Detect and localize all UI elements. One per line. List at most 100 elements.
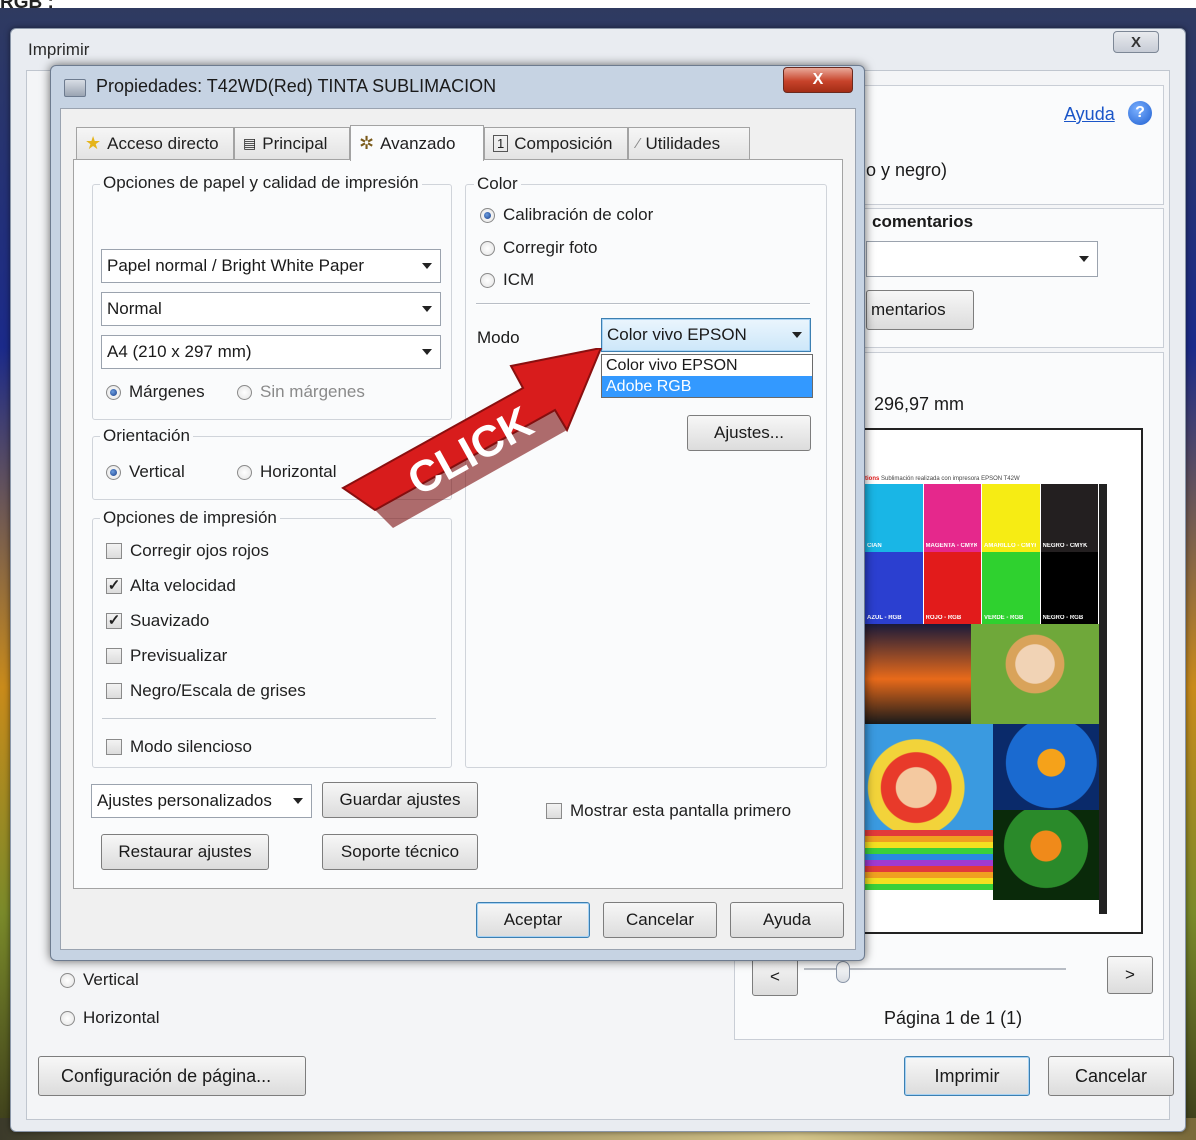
mode-option-epson[interactable]: Color vivo EPSON <box>602 355 812 376</box>
print-cancel-button[interactable]: Cancelar <box>1048 1056 1174 1096</box>
chevron-down-icon <box>422 263 432 269</box>
wrench-icon: ⁄ <box>637 135 640 152</box>
painted-hands-photo <box>865 724 993 830</box>
outer-orientation-horizontal[interactable]: Horizontal <box>60 1008 160 1028</box>
radio-selected-icon <box>480 207 495 223</box>
rgb-swatch: NEGRO - RGB <box>1040 552 1098 624</box>
chevron-down-icon <box>293 798 303 804</box>
print-button[interactable]: Imprimir <box>904 1056 1030 1096</box>
mode-select[interactable]: Color vivo EPSON <box>601 318 811 352</box>
next-page-button[interactable]: > <box>1107 956 1153 994</box>
properties-close-button[interactable]: X <box>783 67 853 93</box>
tech-support-button[interactable]: Soporte técnico <box>322 834 478 870</box>
checkbox-checked-icon: ✓ <box>106 577 122 594</box>
swatch-label: NEGRO - CMYK <box>1042 543 1088 549</box>
outer-orientation-vertical[interactable]: Vertical <box>60 970 139 990</box>
page-setup-button[interactable]: Configuración de página... <box>38 1056 306 1096</box>
radio-icon <box>237 384 252 400</box>
print-quality-select[interactable]: Normal <box>101 292 441 326</box>
paper-type-select[interactable]: Papel normal / Bright White Paper <box>101 249 441 283</box>
print-dialog-close-button[interactable]: X <box>1113 31 1159 53</box>
red-eye-checkbox[interactable]: Corregir ojos rojos <box>106 541 269 561</box>
fish-photo <box>993 724 1099 810</box>
tab-composicion[interactable]: 1 Composición <box>484 127 628 159</box>
icm-radio[interactable]: ICM <box>480 270 534 290</box>
color-calibration-radio[interactable]: Calibración de color <box>480 205 653 225</box>
cmyk-swatches: CIAN MAGENTA - CMYK AMARILLO - CMYK NEGRO -… <box>865 484 1099 552</box>
radio-selected-icon <box>106 384 121 400</box>
swatch-label: NEGRO - RGB <box>1042 615 1084 621</box>
swatch-label: VERDE - RGB <box>984 615 1024 621</box>
rgb-swatches: AZUL - RGB ROJO - RGB VERDE - RGB NEGRO - R… <box>865 552 1099 624</box>
preview-header: tions Sublimación realizada con impresor… <box>865 476 1020 482</box>
ok-button[interactable]: Aceptar <box>476 902 590 938</box>
help-button[interactable]: Ayuda <box>730 902 844 938</box>
cancel-button[interactable]: Cancelar <box>603 902 717 938</box>
page-icon: 1 <box>493 135 509 152</box>
tab-principal[interactable]: ▤ Principal <box>234 127 350 159</box>
correct-photo-radio[interactable]: Corregir foto <box>480 238 597 258</box>
rgb-swatch: VERDE - RGB <box>982 552 1040 624</box>
color-bars <box>865 830 993 890</box>
mode-option-adobe-rgb[interactable]: Adobe RGB <box>602 376 812 397</box>
rgb-swatch: ROJO - RGB <box>923 552 981 624</box>
grayscale-checkbox[interactable]: Negro/Escala de grises <box>106 681 306 701</box>
radio-icon <box>60 972 75 988</box>
checkbox-icon <box>106 543 122 559</box>
orientation-horizontal-radio[interactable]: Horizontal <box>237 462 337 482</box>
checkbox-icon <box>546 803 562 819</box>
orientation-group-title: Orientación <box>100 426 193 446</box>
color-settings-button[interactable]: Ajustes... <box>687 415 811 451</box>
color-divider <box>476 303 810 305</box>
color-mode-text: o y negro) <box>866 160 948 180</box>
high-speed-checkbox[interactable]: ✓ Alta velocidad <box>106 576 236 596</box>
show-first-checkbox[interactable]: Mostrar esta pantalla primero <box>546 801 791 821</box>
preview-edge <box>1099 484 1107 914</box>
margins-radio[interactable]: Márgenes <box>106 382 205 402</box>
properties-dialog-title: Propiedades: T42WD(Red) TINTA SUBLIMACIO… <box>96 76 497 96</box>
close-icon: X <box>1130 33 1141 51</box>
custom-settings-select[interactable]: Ajustes personalizados <box>91 784 312 818</box>
page-slider-thumb[interactable] <box>836 961 850 983</box>
tab-acceso-directo[interactable]: ★ Acceso directo <box>76 127 234 159</box>
butterfly-photo <box>993 810 1099 900</box>
print-dialog-title: Imprimir <box>28 40 90 59</box>
save-settings-button[interactable]: Guardar ajustes <box>322 782 478 818</box>
checkbox-icon <box>106 648 122 664</box>
tab-utilidades[interactable]: ⁄ Utilidades <box>628 127 750 159</box>
prev-page-button[interactable]: < <box>752 958 798 996</box>
cmyk-swatch: AMARILLO - CMYK <box>982 484 1040 552</box>
checkbox-icon <box>106 739 122 755</box>
cmyk-swatch: MAGENTA - CMYK <box>923 484 981 552</box>
tab-avanzado[interactable]: ✲ Avanzado <box>350 125 484 161</box>
smoothing-checkbox[interactable]: ✓ Suavizado <box>106 611 209 631</box>
chevron-down-icon <box>1079 256 1089 262</box>
click-arrow-annotation: CLICK <box>341 348 603 528</box>
checkbox-checked-icon: ✓ <box>106 612 122 629</box>
click-label: CLICK <box>400 397 542 505</box>
printer-icon <box>64 79 86 97</box>
preview-checkbox[interactable]: Previsualizar <box>106 646 227 666</box>
cmyk-swatch: CIAN <box>865 484 923 552</box>
close-icon: X <box>812 71 824 88</box>
swatch-label: MAGENTA - CMYK <box>925 543 978 549</box>
radio-selected-icon <box>106 464 121 480</box>
child-photo <box>971 624 1099 724</box>
swatch-label: AZUL - RGB <box>867 615 902 621</box>
help-icon[interactable]: ? <box>1128 101 1152 125</box>
radio-icon <box>60 1010 75 1026</box>
silent-mode-checkbox[interactable]: Modo silencioso <box>106 737 252 757</box>
orientation-vertical-radio[interactable]: Vertical <box>106 462 185 482</box>
restore-settings-button[interactable]: Restaurar ajustes <box>101 834 269 870</box>
comments-button[interactable]: mentarios <box>866 290 974 330</box>
options-divider <box>102 718 436 719</box>
paper-size-text: 296,97 mm <box>874 394 965 414</box>
radio-icon <box>237 464 252 480</box>
comments-title: comentarios <box>872 212 974 231</box>
radio-icon <box>480 240 495 256</box>
comments-select[interactable] <box>866 241 1098 277</box>
swatch-label: ROJO - RGB <box>925 615 962 621</box>
help-link[interactable]: Ayuda <box>1064 104 1115 125</box>
sunset-photo <box>865 624 971 724</box>
mode-dropdown-list: Color vivo EPSON Adobe RGB <box>601 354 813 398</box>
